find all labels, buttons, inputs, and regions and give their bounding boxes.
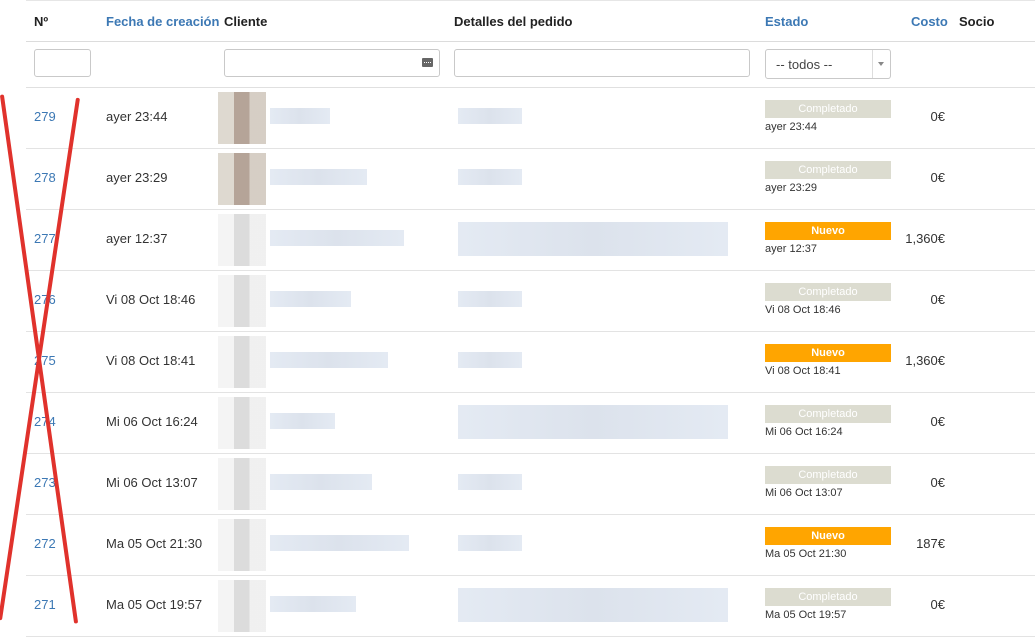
table-row[interactable]: 277 ayer 12:37 Nuevo ayer 12:37 1,360€	[26, 210, 1035, 271]
order-cost: 1,360€	[905, 353, 945, 368]
num-filter-input[interactable]	[34, 49, 91, 77]
filter-row: -- todos --	[26, 42, 1035, 88]
redacted-client-name	[270, 108, 330, 124]
order-number-link[interactable]: 279	[34, 109, 56, 124]
order-cost: 0€	[930, 170, 945, 185]
redacted-order-details	[458, 222, 728, 256]
created-date: Vi 08 Oct 18:46	[106, 292, 196, 307]
created-date: Mi 06 Oct 16:24	[106, 414, 198, 429]
redacted-client-name	[270, 413, 335, 429]
redacted-client-name	[270, 474, 372, 490]
order-number-link[interactable]: 272	[34, 536, 56, 551]
created-date: ayer 23:29	[106, 170, 168, 185]
redacted-client-name	[270, 352, 388, 368]
table-row[interactable]: 278 ayer 23:29 Completado ayer 23:29 0€	[26, 149, 1035, 210]
orders-table: Nº Fecha de creación Cliente Detalles de…	[26, 0, 1035, 637]
created-date: Vi 08 Oct 18:41	[106, 353, 196, 368]
redacted-avatar	[218, 153, 266, 205]
created-date: Mi 06 Oct 13:07	[106, 475, 198, 490]
status-time: Vi 08 Oct 18:46	[765, 304, 841, 316]
created-date: ayer 23:44	[106, 109, 168, 124]
created-date: Ma 05 Oct 19:57	[106, 597, 203, 612]
redacted-client-name	[270, 291, 351, 307]
redacted-avatar	[218, 580, 266, 632]
status-time: Ma 05 Oct 21:30	[765, 548, 847, 560]
status-badge: Nuevo	[765, 344, 891, 362]
status-badge: Completado	[765, 588, 891, 606]
table-row[interactable]: 272 Ma 05 Oct 21:30 Nuevo Ma 05 Oct 21:30 18…	[26, 515, 1035, 576]
redacted-order-details	[458, 405, 728, 439]
status-time: ayer 12:37	[765, 243, 817, 255]
status-time: Ma 05 Oct 19:57	[765, 609, 847, 621]
redacted-order-details	[458, 352, 522, 368]
chevron-down-icon[interactable]	[872, 50, 890, 78]
redacted-avatar	[218, 92, 266, 144]
client-filter-input[interactable]	[224, 49, 440, 77]
order-cost: 0€	[930, 597, 945, 612]
column-header-num: Nº	[34, 14, 49, 29]
order-cost: 0€	[930, 292, 945, 307]
redacted-avatar	[218, 275, 266, 327]
status-time: Mi 06 Oct 13:07	[765, 487, 843, 499]
order-cost: 1,360€	[905, 231, 945, 246]
table-header: Nº Fecha de creación Cliente Detalles de…	[26, 0, 1035, 42]
order-number-link[interactable]: 271	[34, 597, 56, 612]
redacted-avatar	[218, 458, 266, 510]
status-badge: Completado	[765, 161, 891, 179]
redacted-order-details	[458, 169, 522, 185]
table-row[interactable]: 275 Vi 08 Oct 18:41 Nuevo Vi 08 Oct 18:41 1,…	[26, 332, 1035, 393]
column-header-client: Cliente	[224, 14, 268, 29]
redacted-client-name	[270, 169, 367, 185]
order-number-link[interactable]: 273	[34, 475, 56, 490]
column-header-created[interactable]: Fecha de creación	[106, 14, 219, 29]
table-row[interactable]: 276Vi 08 Oct 18:46CompletadoVi 08 Oct 18…	[26, 271, 1035, 332]
table-row[interactable]: 273 Mi 06 Oct 13:07 Completado Mi 06 Oct 13…	[26, 454, 1035, 515]
details-filter-input[interactable]	[454, 49, 750, 77]
order-cost: 187€	[916, 536, 945, 551]
status-badge: Completado	[765, 405, 891, 423]
order-cost: 0€	[930, 475, 945, 490]
column-header-partner: Socio	[959, 14, 995, 29]
created-date: ayer 12:37	[106, 231, 168, 246]
redacted-order-details	[458, 108, 522, 124]
status-badge: Completado	[765, 283, 891, 301]
table-body: 279 ayer 23:44 Completado ayer 23:44 0€ 278 ay…	[26, 88, 1035, 637]
redacted-order-details	[458, 291, 522, 307]
status-filter-select[interactable]: -- todos --	[765, 49, 891, 79]
status-badge: Completado	[765, 100, 891, 118]
table-row[interactable]: 279 ayer 23:44 Completado ayer 23:44 0€	[26, 88, 1035, 149]
calendar-icon[interactable]	[422, 58, 433, 67]
redacted-avatar	[218, 214, 266, 266]
column-header-status[interactable]: Estado	[765, 14, 808, 29]
status-time: Vi 08 Oct 18:41	[765, 365, 841, 377]
column-header-cost[interactable]: Costo	[911, 14, 948, 29]
redacted-order-details	[458, 474, 522, 490]
status-time: ayer 23:29	[765, 182, 817, 194]
redacted-client-name	[270, 596, 356, 612]
status-time: ayer 23:44	[765, 121, 817, 133]
column-header-details: Detalles del pedido	[454, 14, 573, 29]
status-badge: Nuevo	[765, 222, 891, 240]
status-badge: Nuevo	[765, 527, 891, 545]
redacted-order-details	[458, 535, 522, 551]
redacted-client-name	[270, 230, 404, 246]
redacted-avatar	[218, 519, 266, 571]
table-row[interactable]: 274Mi 06 Oct 16:24CompletadoMi 06 Oct 16…	[26, 393, 1035, 454]
status-time: Mi 06 Oct 16:24	[765, 426, 843, 438]
order-cost: 0€	[930, 414, 945, 429]
table-row[interactable]: 271 Ma 05 Oct 19:57 Completado Ma 05 Oct 19…	[26, 576, 1035, 637]
status-filter-value: -- todos --	[776, 57, 833, 72]
redacted-avatar	[218, 397, 266, 449]
redacted-avatar	[218, 336, 266, 388]
redacted-client-name	[270, 535, 409, 551]
created-date: Ma 05 Oct 21:30	[106, 536, 203, 551]
status-badge: Completado	[765, 466, 891, 484]
order-number-link[interactable]: 278	[34, 170, 56, 185]
order-number-link[interactable]: 277	[34, 231, 56, 246]
redacted-order-details	[458, 588, 728, 622]
order-cost: 0€	[930, 109, 945, 124]
